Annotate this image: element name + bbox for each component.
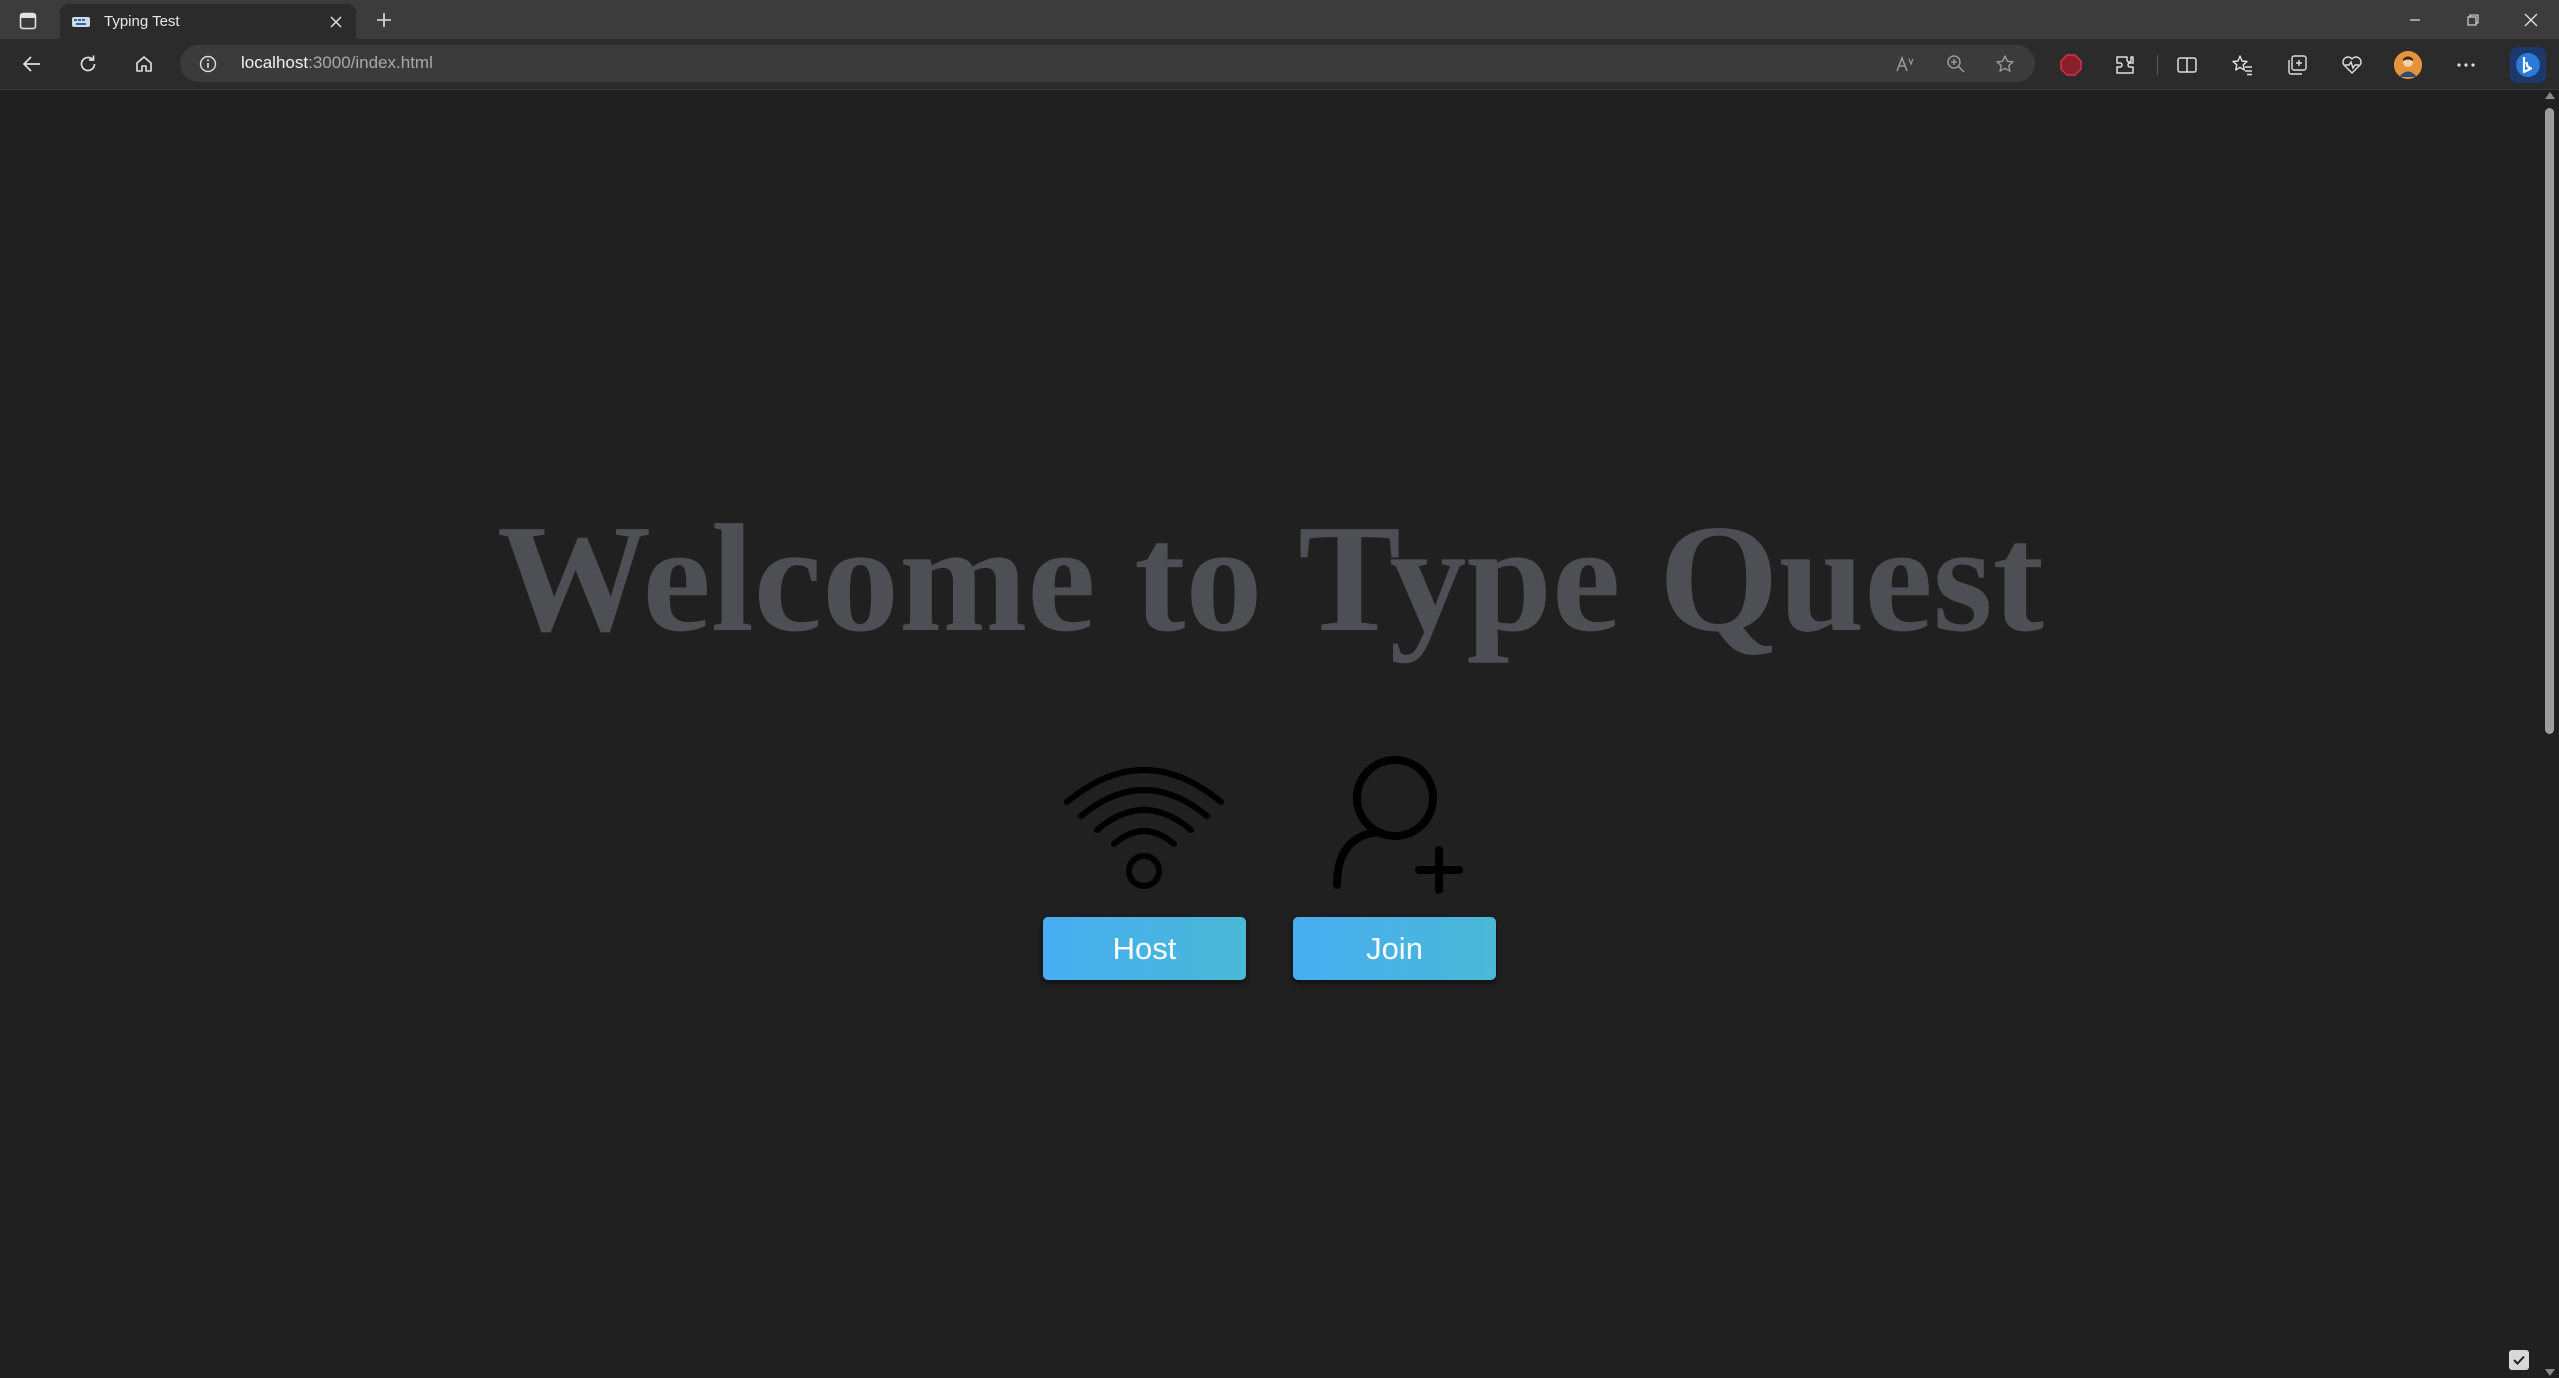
tab-title: Typing Test [104, 13, 180, 30]
home-icon[interactable] [128, 48, 160, 80]
browser-tab-bar: Typing Test [0, 0, 2559, 39]
reload-icon[interactable] [72, 48, 104, 80]
vertical-scrollbar[interactable] [2541, 90, 2559, 1378]
toolbar-separator [2157, 55, 2158, 75]
browser-toolbar: localhost:3000/index.html [0, 39, 2559, 90]
restore-icon[interactable] [2445, 0, 2501, 39]
extensions-icon[interactable] [2112, 52, 2138, 78]
bing-copilot-icon[interactable] [2510, 47, 2546, 83]
adblock-extension-icon[interactable] [2058, 52, 2084, 78]
tab-close-icon[interactable] [326, 12, 346, 32]
collections-icon[interactable] [2284, 52, 2310, 78]
url-text[interactable]: localhost:3000/index.html [241, 53, 433, 73]
browser-tab[interactable]: Typing Test [60, 4, 356, 39]
url-path: :3000/index.html [308, 53, 433, 72]
zoom-icon[interactable] [1945, 53, 1967, 75]
checkbox-icon[interactable] [2509, 1350, 2529, 1370]
page-title: Welcome to Type Quest [497, 494, 2044, 664]
more-options-icon[interactable] [2453, 52, 2479, 78]
join-button[interactable]: Join [1293, 917, 1496, 980]
tab-favicon-icon [72, 14, 90, 30]
favorites-icon[interactable] [2229, 52, 2255, 78]
back-arrow-icon[interactable] [16, 48, 48, 80]
profile-avatar[interactable] [2394, 51, 2422, 79]
favorite-star-icon[interactable] [1994, 53, 2016, 75]
scroll-up-arrow-icon[interactable] [2545, 92, 2555, 99]
minimize-icon[interactable] [2387, 0, 2443, 39]
read-aloud-icon[interactable] [1894, 53, 1916, 75]
tab-actions-icon[interactable] [14, 7, 42, 35]
scroll-down-arrow-icon[interactable] [2545, 1369, 2555, 1376]
site-info-icon[interactable] [198, 54, 218, 74]
host-button[interactable]: Host [1043, 917, 1246, 980]
page-viewport [0, 90, 2541, 1378]
scrollbar-thumb[interactable] [2545, 108, 2554, 734]
split-screen-icon[interactable] [2174, 52, 2200, 78]
address-bar[interactable]: localhost:3000/index.html [180, 45, 2035, 82]
wifi-icon [1059, 754, 1229, 894]
new-tab-icon[interactable] [369, 5, 399, 35]
close-window-icon[interactable] [2503, 0, 2559, 39]
url-host: localhost [241, 53, 309, 72]
performance-heart-icon[interactable] [2339, 52, 2365, 78]
user-add-icon [1309, 754, 1479, 894]
